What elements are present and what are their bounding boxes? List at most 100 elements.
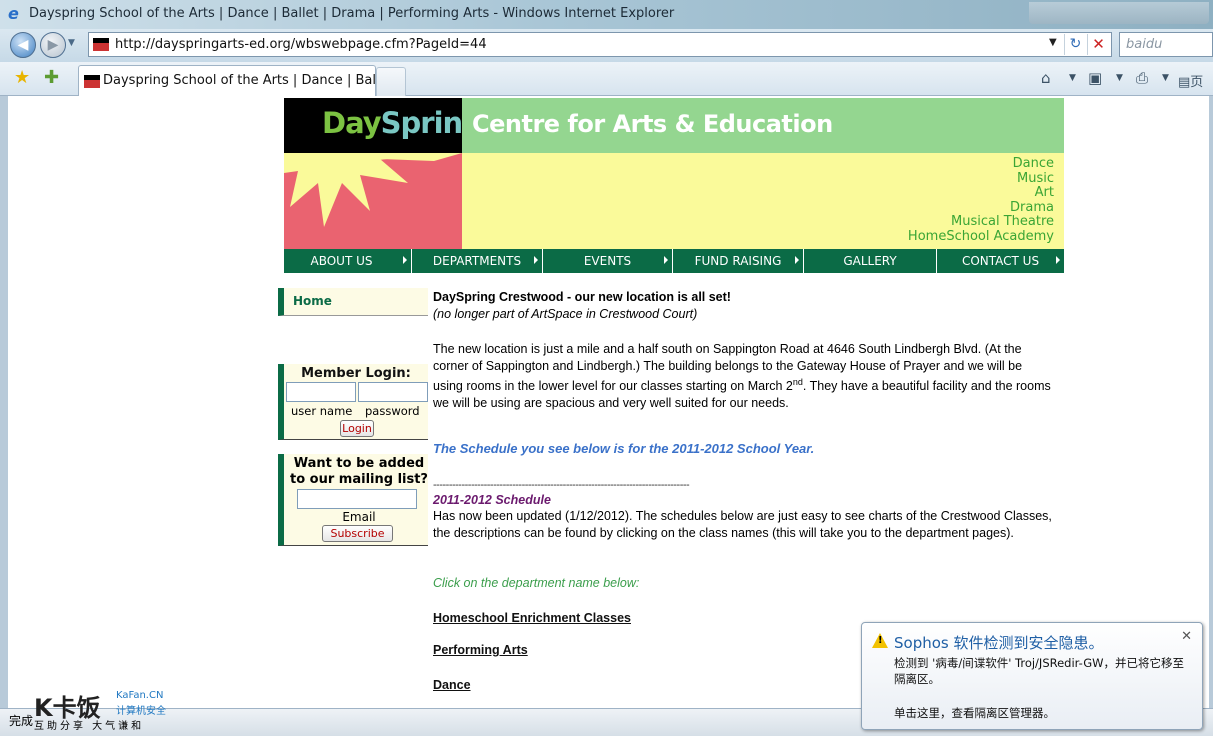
click-note: Click on the department name below: <box>433 576 640 590</box>
tab-favicon-icon <box>84 75 100 88</box>
submenu-arrow-icon <box>664 256 668 264</box>
page-menu-button[interactable]: ▤页 <box>1178 71 1203 90</box>
sun-icon <box>284 153 462 227</box>
add-favorites-icon[interactable]: ✚ <box>44 69 59 87</box>
sidebar-home[interactable]: Home <box>278 288 428 316</box>
new-tab-button[interactable] <box>376 67 406 96</box>
password-label: password <box>365 404 420 418</box>
link-homeschool-enrichment[interactable]: Homeschool Enrichment Classes <box>433 610 631 627</box>
email-label: Email <box>342 510 376 524</box>
header-title-bar: Centre for Arts & Education <box>462 98 1064 153</box>
dept-homeschool-academy[interactable]: HomeSchool Academy <box>908 229 1054 245</box>
tab-current[interactable]: Dayspring School of the Arts | Dance | B… <box>78 65 405 96</box>
search-input[interactable]: baidu <box>1119 32 1213 57</box>
sun-graphic <box>284 153 462 249</box>
login-heading: Member Login: <box>301 366 411 381</box>
login-button[interactable]: Login <box>340 420 374 437</box>
status-text: 完成 <box>9 714 34 728</box>
schedule-paragraph: Has now been updated (1/12/2012). The sc… <box>433 509 1052 540</box>
main-menu: ABOUT US DEPARTMENTS EVENTS FUND RAISING… <box>284 249 1064 273</box>
menu-about-us[interactable]: ABOUT US <box>284 249 412 273</box>
link-dance[interactable]: Dance <box>433 677 471 694</box>
menu-gallery[interactable]: GALLERY <box>804 249 937 273</box>
email-field[interactable] <box>297 489 417 509</box>
location-text-sup: nd <box>792 377 803 387</box>
mailing-list-box: Want to be added to our mailing list? Em… <box>278 454 428 546</box>
print-icon[interactable]: ⎙ <box>1136 69 1148 87</box>
submenu-arrow-icon <box>1056 256 1060 264</box>
username-label: user name <box>291 404 353 418</box>
dept-drama[interactable]: Drama <box>908 200 1054 216</box>
navigation-bar: ◀ ▶ ▼ http://dayspringarts-ed.org/wbsweb… <box>0 29 1213 62</box>
menu-fund-raising-label: FUND RAISING <box>694 254 782 268</box>
department-list: Dance Music Art Drama Musical Theatre Ho… <box>908 156 1054 245</box>
window-title: Dayspring School of the Arts | Dance | B… <box>29 6 675 21</box>
department-panel: Dance Music Art Drama Musical Theatre Ho… <box>462 153 1064 249</box>
feeds-dropdown-icon[interactable]: ▼ <box>1116 73 1123 83</box>
kafan-tagline: 计算机安全 <box>116 706 166 717</box>
location-paragraph: The new location is just a mile and a ha… <box>433 341 1053 411</box>
address-url[interactable]: http://dayspringarts-ed.org/wbswebpage.c… <box>115 37 487 52</box>
back-button[interactable]: ◀ <box>10 32 36 58</box>
menu-contact-us[interactable]: CONTACT US <box>937 249 1064 273</box>
address-dropdown-icon[interactable]: ▼ <box>1049 37 1057 48</box>
refresh-icon[interactable]: ↻ <box>1064 34 1086 55</box>
logo-block: DaySpring <box>284 98 483 153</box>
forward-button[interactable]: ▶ <box>40 32 66 58</box>
schedule-heading: 2011-2012 Schedule <box>433 493 551 507</box>
site-header: DaySpring Centre for Arts & Education Da… <box>284 98 1064 273</box>
tab-bar: ★ ✚ Dayspring School of the Arts | Dance… <box>0 62 1213 96</box>
page-title: DaySpring Crestwood - our new location i… <box>433 290 731 304</box>
schedule-note: The Schedule you see below is for the 20… <box>433 441 815 456</box>
dept-art[interactable]: Art <box>908 185 1054 201</box>
stop-icon[interactable]: ✕ <box>1087 34 1109 55</box>
subscribe-button[interactable]: Subscribe <box>322 525 393 542</box>
site-favicon-icon <box>93 38 109 51</box>
page-subtitle: (no longer part of ArtSpace in Crestwood… <box>433 307 698 321</box>
logo-day: Day <box>322 106 382 140</box>
window-controls[interactable] <box>1029 2 1209 24</box>
menu-departments-label: DEPARTMENTS <box>432 254 522 268</box>
ie-logo-icon: e <box>8 4 19 23</box>
site-logo[interactable]: DaySpring <box>322 106 483 140</box>
menu-fund-raising[interactable]: FUND RAISING <box>673 249 804 273</box>
password-input[interactable] <box>358 382 428 402</box>
member-login-box: Member Login: user name password Login <box>278 364 428 440</box>
dept-dance[interactable]: Dance <box>908 156 1054 172</box>
menu-about-us-label: ABOUT US <box>310 254 373 268</box>
feeds-icon[interactable]: ▣ <box>1088 69 1102 87</box>
window-titlebar: e Dayspring School of the Arts | Dance |… <box>0 0 1213 29</box>
mailing-heading: Want to be added to our mailing list? <box>290 456 428 487</box>
close-icon[interactable]: ✕ <box>1181 629 1192 644</box>
address-bar[interactable]: http://dayspringarts-ed.org/wbswebpage.c… <box>88 32 1112 57</box>
kafan-footer: 互助分享 大气谦和 <box>34 721 145 732</box>
home-dropdown-icon[interactable]: ▼ <box>1069 73 1076 83</box>
menu-gallery-label: GALLERY <box>843 254 897 268</box>
menu-events[interactable]: EVENTS <box>543 249 673 273</box>
dept-musical-theatre[interactable]: Musical Theatre <box>908 214 1054 230</box>
menu-contact-us-label: CONTACT US <box>961 254 1040 268</box>
kafan-site: KaFan.CN <box>116 690 164 701</box>
warning-icon: ! <box>872 633 888 648</box>
quarantine-link[interactable]: 单击这里，查看隔离区管理器。 <box>894 705 1055 721</box>
alert-body: 检测到 '病毒/间谍软件' Troj/JSRedir-GW，并已将它移至隔离区。 <box>894 656 1185 686</box>
link-performing-arts[interactable]: Performing Arts <box>433 642 528 659</box>
username-input[interactable] <box>286 382 356 402</box>
home-link[interactable]: Home <box>293 294 332 308</box>
submenu-arrow-icon <box>403 256 407 264</box>
history-dropdown-icon[interactable]: ▼ <box>68 38 75 48</box>
favorites-star-icon[interactable]: ★ <box>14 69 30 87</box>
tab-title: Dayspring School of the Arts | Dance | B… <box>103 73 406 88</box>
sophos-alert-popup[interactable]: ! Sophos 软件检测到安全隐患。 ✕ 检测到 '病毒/间谍软件' Troj… <box>861 622 1203 730</box>
dept-music[interactable]: Music <box>908 171 1054 187</box>
alert-title: Sophos 软件检测到安全隐患。 <box>894 634 1104 652</box>
menu-departments[interactable]: DEPARTMENTS <box>412 249 543 273</box>
kafan-watermark: K卡饭 KaFan.CN 计算机安全 互助分享 大气谦和 <box>34 688 174 732</box>
menu-events-label: EVENTS <box>583 254 632 268</box>
centre-title: Centre for Arts & Education <box>472 110 833 138</box>
submenu-arrow-icon <box>795 256 799 264</box>
print-dropdown-icon[interactable]: ▼ <box>1162 73 1169 83</box>
page-menu-label: 页 <box>1190 75 1204 90</box>
home-icon[interactable]: ⌂ <box>1041 69 1051 87</box>
submenu-arrow-icon <box>534 256 538 264</box>
